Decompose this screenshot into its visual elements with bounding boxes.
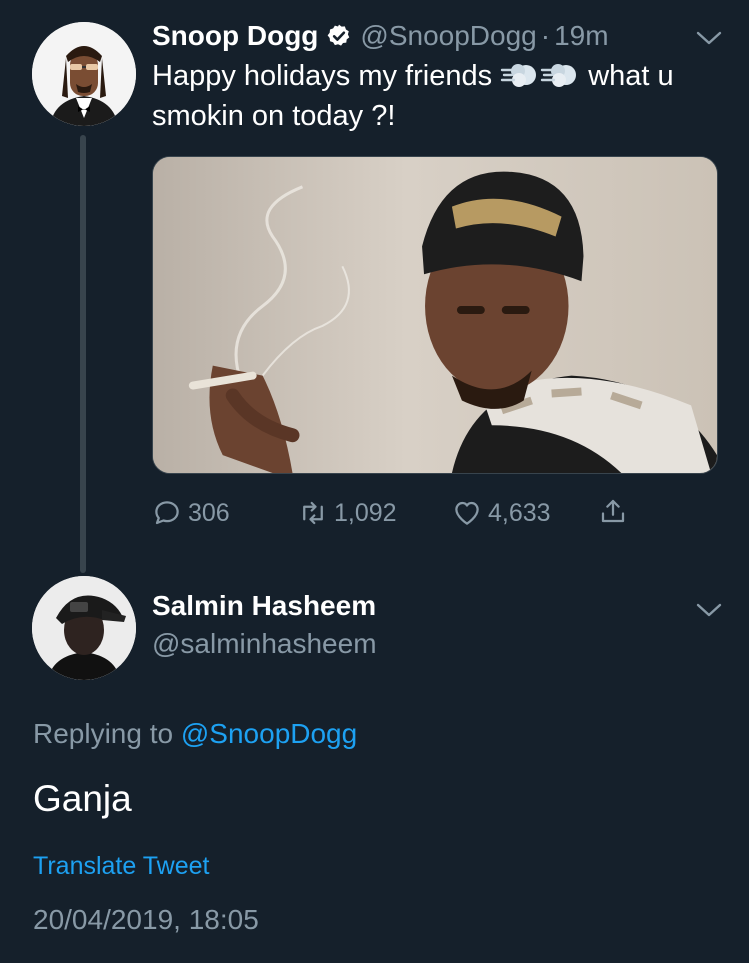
tweet-text: Happy holidays my friends what u smokin … <box>152 56 732 136</box>
chevron-down-icon[interactable] <box>694 600 724 620</box>
chevron-down-icon[interactable] <box>694 28 724 48</box>
replying-to-line: Replying to @SnoopDogg <box>33 718 357 750</box>
dashing-away-emoji-icon <box>500 64 537 87</box>
tweet-text-part: what u <box>588 60 674 92</box>
like-count: 4,633 <box>488 498 551 527</box>
tweet-photo[interactable] <box>152 156 718 474</box>
salmin-avatar[interactable] <box>32 576 136 680</box>
replying-to-mention[interactable]: @SnoopDogg <box>181 718 357 749</box>
share-button[interactable] <box>598 496 634 526</box>
reply-button[interactable]: 306 <box>152 498 230 528</box>
author-name[interactable]: Snoop Dogg <box>152 20 318 52</box>
reply-text: Ganja <box>33 778 132 819</box>
snoop-avatar[interactable] <box>32 22 136 126</box>
like-button[interactable]: 4,633 <box>452 498 551 528</box>
verified-badge-icon <box>328 24 350 46</box>
reply-bubble-icon <box>155 501 179 525</box>
author-handle[interactable]: @SnoopDogg <box>360 20 536 52</box>
dashing-away-emoji-icon <box>540 64 577 87</box>
retweet-button[interactable]: 1,092 <box>298 498 397 528</box>
retweet-icon <box>303 501 323 525</box>
tweet-time[interactable]: 19m <box>554 20 608 52</box>
separator-dot: · <box>540 20 551 51</box>
tweet-text-part: Happy holidays my friends <box>152 60 493 92</box>
reply-author-handle[interactable]: @salminhasheem <box>152 628 377 660</box>
reply-count: 306 <box>188 498 230 527</box>
translate-tweet-link[interactable]: Translate Tweet <box>33 852 209 881</box>
replying-to-label: Replying to <box>33 718 181 749</box>
retweet-count: 1,092 <box>334 498 397 527</box>
tweet-text-part: smokin on today ?! <box>152 100 396 132</box>
thread-connector-line <box>80 135 86 573</box>
heart-icon <box>455 501 479 525</box>
tweet-header: Snoop Dogg @SnoopDogg · 19m <box>152 16 609 56</box>
share-upload-icon <box>601 499 625 523</box>
reply-timestamp[interactable]: 20/04/2019, 18:05 <box>33 904 259 936</box>
reply-author-name[interactable]: Salmin Hasheem <box>152 590 376 622</box>
